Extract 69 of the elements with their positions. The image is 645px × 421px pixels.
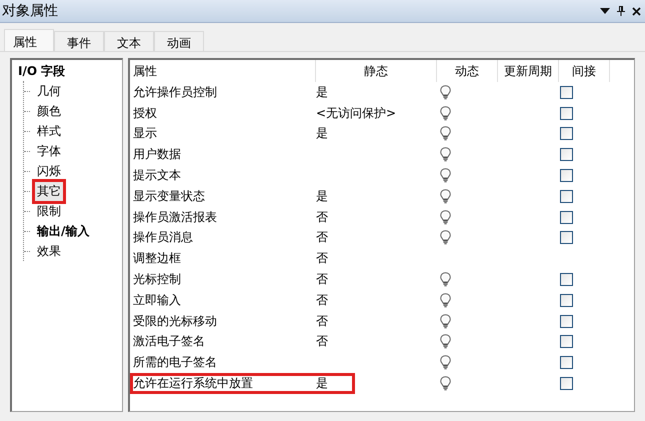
lightbulb-icon[interactable] bbox=[440, 355, 451, 370]
property-name: 光标控制 bbox=[132, 271, 182, 288]
property-name: 操作员消息 bbox=[132, 229, 194, 246]
tab[interactable]: 文本 bbox=[104, 31, 154, 51]
static-value: 否 bbox=[316, 271, 328, 288]
column-header[interactable]: 静态 bbox=[316, 60, 437, 82]
checkbox[interactable] bbox=[560, 273, 573, 286]
static-value: 是 bbox=[316, 375, 328, 392]
property-name: 操作员激活报表 bbox=[132, 208, 218, 226]
lightbulb-icon[interactable] bbox=[440, 230, 451, 246]
checkbox[interactable] bbox=[560, 148, 573, 162]
static-value: 是 bbox=[316, 188, 328, 205]
lightbulb-icon[interactable] bbox=[440, 84, 451, 100]
checkbox[interactable] bbox=[560, 294, 573, 307]
checkbox[interactable] bbox=[560, 210, 573, 224]
checkbox[interactable] bbox=[560, 314, 573, 328]
lightbulb-icon[interactable] bbox=[440, 168, 451, 184]
checkbox[interactable] bbox=[560, 377, 573, 390]
static-value: <无访问保护> bbox=[316, 104, 396, 122]
tree-item[interactable]: 其它 bbox=[32, 178, 66, 204]
pin-icon[interactable] bbox=[617, 6, 625, 16]
property-name: 允许操作员控制 bbox=[132, 84, 218, 101]
property-name: 授权 bbox=[132, 104, 158, 122]
lightbulb-icon[interactable] bbox=[440, 334, 451, 350]
lightbulb-icon[interactable] bbox=[440, 126, 451, 142]
checkbox[interactable] bbox=[560, 231, 573, 244]
column-header[interactable]: 间接 bbox=[559, 60, 610, 82]
lightbulb-icon[interactable] bbox=[440, 272, 451, 288]
checkbox[interactable] bbox=[560, 127, 573, 140]
property-name: 立即输入 bbox=[132, 292, 182, 309]
lightbulb-icon[interactable] bbox=[440, 188, 451, 204]
lightbulb-icon[interactable] bbox=[440, 147, 451, 162]
tab[interactable]: 属性 bbox=[4, 29, 54, 51]
static-value: 否 bbox=[316, 229, 328, 246]
static-value: 否 bbox=[316, 333, 328, 350]
lightbulb-icon[interactable] bbox=[440, 376, 451, 392]
static-value: 否 bbox=[316, 312, 328, 330]
lightbulb-icon[interactable] bbox=[440, 106, 451, 121]
tree-root[interactable]: I/O 字段 bbox=[18, 63, 122, 81]
checkbox[interactable] bbox=[560, 86, 573, 99]
property-name: 调整边框 bbox=[132, 250, 182, 268]
static-value: 是 bbox=[316, 84, 328, 101]
checkbox[interactable] bbox=[560, 190, 573, 203]
static-value: 否 bbox=[316, 208, 328, 226]
window-title: 对象属性 bbox=[2, 2, 59, 20]
close-icon[interactable] bbox=[632, 6, 641, 16]
checkbox[interactable] bbox=[560, 106, 573, 120]
lightbulb-icon[interactable] bbox=[440, 314, 451, 329]
property-name: 激活电子签名 bbox=[132, 333, 206, 350]
property-name: 所需的电子签名 bbox=[132, 354, 218, 372]
checkbox[interactable] bbox=[560, 335, 573, 348]
column-header[interactable]: 属性 bbox=[130, 60, 316, 82]
lightbulb-icon[interactable] bbox=[440, 292, 451, 308]
checkbox[interactable] bbox=[560, 356, 573, 370]
tab[interactable]: 事件 bbox=[54, 31, 104, 51]
property-name: 显示 bbox=[132, 125, 158, 142]
static-value: 否 bbox=[316, 250, 328, 268]
property-name: 受限的光标移动 bbox=[132, 312, 218, 330]
static-value: 否 bbox=[316, 292, 328, 309]
tab[interactable]: 动画 bbox=[154, 31, 204, 51]
checkbox[interactable] bbox=[560, 169, 573, 182]
dropdown-icon[interactable] bbox=[600, 8, 610, 14]
static-value: 是 bbox=[316, 125, 328, 142]
property-name: 显示变量状态 bbox=[132, 188, 206, 205]
column-header[interactable]: 动态 bbox=[437, 60, 498, 82]
column-header[interactable]: 更新周期 bbox=[498, 60, 559, 82]
lightbulb-icon[interactable] bbox=[440, 210, 451, 225]
property-name: 提示文本 bbox=[132, 167, 182, 184]
property-name: 用户数据 bbox=[132, 146, 182, 164]
